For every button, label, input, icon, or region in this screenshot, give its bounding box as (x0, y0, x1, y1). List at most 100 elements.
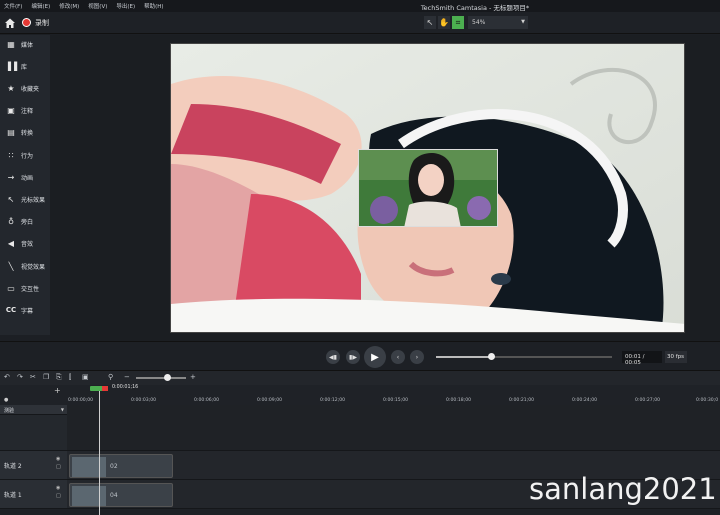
speaker-icon: ◀ (7, 238, 15, 248)
scrub-handle[interactable] (487, 353, 495, 360)
undo-icon[interactable]: ↶ (4, 373, 10, 381)
behavior-icon: ∷ (8, 150, 14, 160)
menu-view[interactable]: 视图(V) (88, 2, 107, 10)
sidebar-item-label: 交互性 (21, 285, 40, 293)
redo-icon[interactable]: ↷ (17, 373, 23, 381)
inset-photo (359, 150, 497, 226)
sidebar-item-label: 行为 (21, 152, 34, 160)
clip-label: 04 (110, 492, 118, 499)
play-button[interactable]: ▶ (364, 346, 386, 368)
menu-export[interactable]: 导出(E) (116, 2, 135, 10)
sidebar-item-transitions[interactable]: ▤ 转换 (0, 123, 50, 141)
ruler-tick: 0:00:30;0 (696, 398, 719, 403)
lock-icon[interactable]: □ (56, 464, 61, 470)
menu-list: 文件(F) 编辑(E) 修改(M) 视图(V) 导出(E) 帮助(H) (0, 2, 164, 10)
marker-dot-icon: ● (4, 397, 9, 403)
menu-file[interactable]: 文件(F) (4, 2, 22, 10)
next-marker-button[interactable]: › (410, 350, 424, 364)
quiz-track-header[interactable]: 测验 ▼ (0, 405, 67, 415)
playhead-time: 0:00:01;16 (112, 385, 139, 390)
timecode-display: 00:01 / 00:05 (622, 351, 662, 366)
ruler-tick: 0:00:06;00 (194, 398, 220, 403)
step-forward-button[interactable]: ▮▶ (346, 350, 360, 364)
empty-track-lane[interactable] (67, 405, 720, 451)
clip-thumbnail (72, 457, 106, 477)
timeline-zoom-handle[interactable] (164, 374, 171, 381)
timeline-zoom-slider[interactable] (136, 377, 186, 379)
scrub-bar[interactable] (436, 353, 612, 360)
menu-edit[interactable]: 编辑(E) (31, 2, 50, 10)
snapshot-icon[interactable]: ▣ (82, 373, 89, 381)
ruler-tick: 0:00:18;00 (446, 398, 472, 403)
sidebar-item-favorites[interactable]: ★ 收藏夹 (0, 79, 50, 97)
eye-icon[interactable]: ◉ (56, 456, 60, 462)
sidebar-item-label: 光标效果 (21, 196, 46, 204)
cursor-icon: ↖ (7, 194, 15, 204)
sidebar-item-label: 媒体 (21, 41, 34, 49)
sidebar-item-visual-effects[interactable]: ╲ 视觉效果 (0, 257, 50, 275)
menu-modify[interactable]: 修改(M) (59, 2, 79, 10)
sidebar-item-behaviors[interactable]: ∷ 行为 (0, 146, 50, 164)
zoom-out-icon[interactable]: − (124, 373, 130, 381)
sidebar-item-library[interactable]: ▐▐ 库 (0, 57, 50, 75)
track-2-header[interactable]: 轨道 2 ◉ □ (0, 451, 67, 480)
copy-icon[interactable]: ❐ (43, 373, 49, 381)
chevron-down-icon: ▼ (60, 407, 64, 412)
sidebar-item-label: 动画 (21, 174, 34, 182)
interactive-icon: ▭ (7, 283, 15, 293)
playhead-line[interactable] (99, 391, 100, 515)
video-preview[interactable] (170, 43, 685, 333)
transition-icon: ▤ (7, 127, 15, 137)
ruler-tick: 0:00:12;00 (320, 398, 346, 403)
star-icon: ★ (7, 83, 15, 93)
sidebar-item-label: 音效 (21, 240, 34, 248)
empty-track-header (0, 415, 67, 451)
pointer-icon[interactable]: ↖ (424, 16, 436, 29)
record-icon[interactable] (22, 18, 31, 27)
sidebar-item-media[interactable]: ▦ 媒体 (0, 35, 50, 53)
menu-help[interactable]: 帮助(H) (144, 2, 163, 10)
picture-in-picture-clip[interactable] (358, 149, 498, 227)
zoom-in-icon[interactable]: + (190, 373, 196, 381)
home-icon[interactable] (4, 17, 16, 29)
cut-icon[interactable]: ✂ (30, 373, 36, 381)
track-1-clip[interactable]: 04 (69, 483, 173, 507)
lock-icon[interactable]: □ (56, 493, 61, 499)
sidebar-item-captions[interactable]: CC 字幕 (0, 301, 50, 319)
annotation-icon: ▣ (7, 105, 15, 115)
media-icon: ▦ (7, 39, 15, 49)
zoom-select[interactable]: 54% ▼ (468, 16, 528, 29)
track-1-header[interactable]: 轨道 1 ◉ □ (0, 480, 67, 509)
sidebar-item-cursor-effects[interactable]: ↖ 光标效果 (0, 190, 50, 208)
eye-icon[interactable]: ◉ (56, 485, 60, 491)
watermark-text: sanlang2021 (529, 472, 717, 506)
sidebar-item-interactivity[interactable]: ▭ 交互性 (0, 279, 50, 297)
playback-bar: ◀▮ ▮▶ ▶ ‹ › 00:01 / 00:05 30 fps (0, 341, 720, 371)
scrub-progress (436, 356, 491, 358)
track-2-name: 轨道 2 (4, 463, 22, 470)
split-icon[interactable]: ⫿ (69, 373, 71, 382)
track-1-name: 轨道 1 (4, 492, 22, 499)
sidebar-item-audio-effects[interactable]: ◀ 音效 (0, 234, 50, 252)
sidebar-item-annotations[interactable]: ▣ 注释 (0, 101, 50, 119)
cc-icon: CC (5, 306, 17, 314)
sidebar-item-label: 转换 (21, 129, 34, 137)
menu-bar: 文件(F) 编辑(E) 修改(M) 视图(V) 导出(E) 帮助(H) Tech… (0, 0, 720, 12)
record-button-label[interactable]: 录制 (35, 18, 49, 28)
quiz-track-label: 测验 (4, 408, 15, 414)
mic-icon: ♁ (8, 216, 14, 226)
timeline-ruler[interactable]: + ● 0:00:01;16 0:00:00;00 0:00:03;00 0:0… (0, 385, 720, 407)
track-2-clip[interactable]: 02 (69, 454, 173, 478)
step-back-button[interactable]: ◀▮ (326, 350, 340, 364)
sidebar-item-label: 字幕 (21, 307, 34, 315)
previous-marker-button[interactable]: ‹ (391, 350, 405, 364)
zoom-icon[interactable]: ⚲ (108, 373, 113, 381)
sidebar-item-voice-narration[interactable]: ♁ 旁白 (0, 212, 50, 230)
hand-icon[interactable]: ✋ (438, 16, 450, 29)
paste-icon[interactable]: ⎘ (56, 373, 62, 382)
ruler-tick: 0:00:15;00 (383, 398, 409, 403)
crop-icon[interactable]: ⌗ (452, 16, 464, 29)
main-toolbar: 录制 ↖ ✋ ⌗ 54% ▼ (0, 12, 720, 34)
sidebar-item-animations[interactable]: → 动画 (0, 168, 50, 186)
add-track-icon[interactable]: + (54, 386, 61, 395)
